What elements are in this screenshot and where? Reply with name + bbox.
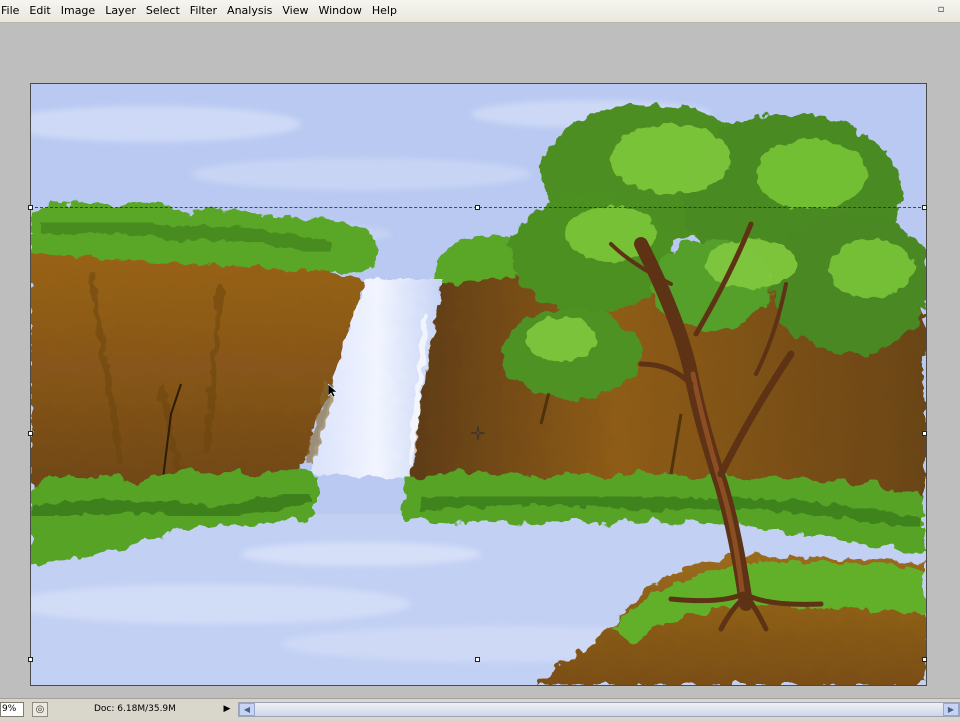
status-menu-arrow-icon[interactable]: ▶ (221, 702, 233, 717)
zoom-level-field[interactable]: 9% (0, 702, 24, 717)
menu-layer[interactable]: Layer (100, 0, 141, 22)
transform-handle[interactable] (28, 657, 33, 662)
document-status-icon[interactable]: ◎ (32, 702, 48, 717)
status-bar: 9% ◎ Doc: 6.18M/35.9M ▶ ◀ ▶ (0, 698, 960, 721)
waterfall-painting (31, 84, 926, 685)
transform-handle[interactable] (475, 205, 480, 210)
window-restore-icon[interactable]: ▫ (936, 4, 946, 17)
menu-select[interactable]: Select (141, 0, 185, 22)
transform-handle[interactable] (28, 205, 33, 210)
transform-handle[interactable] (475, 657, 480, 662)
menu-edit[interactable]: Edit (24, 0, 55, 22)
document-canvas[interactable] (30, 83, 927, 686)
scroll-left-icon[interactable]: ◀ (239, 703, 255, 716)
document-size-info: Doc: 6.18M/35.9M (94, 704, 176, 714)
menu-bar: File Edit Image Layer Select Filter Analysis Vi… (0, 0, 960, 23)
workspace (0, 23, 960, 698)
mouse-cursor-icon (328, 384, 338, 398)
transform-handle[interactable] (922, 657, 927, 662)
horizontal-scrollbar[interactable]: ◀ ▶ (238, 702, 960, 717)
menu-image[interactable]: Image (56, 0, 100, 22)
menu-file[interactable]: File (0, 0, 24, 22)
transform-center-icon (471, 426, 485, 440)
menu-help[interactable]: Help (367, 0, 402, 22)
menu-view[interactable]: View (277, 0, 313, 22)
menu-filter[interactable]: Filter (185, 0, 222, 22)
transform-handle[interactable] (922, 205, 927, 210)
transform-handle[interactable] (922, 431, 927, 436)
menu-window[interactable]: Window (313, 0, 366, 22)
scroll-right-icon[interactable]: ▶ (943, 703, 959, 716)
transform-handle[interactable] (28, 431, 33, 436)
menu-analysis[interactable]: Analysis (222, 0, 277, 22)
